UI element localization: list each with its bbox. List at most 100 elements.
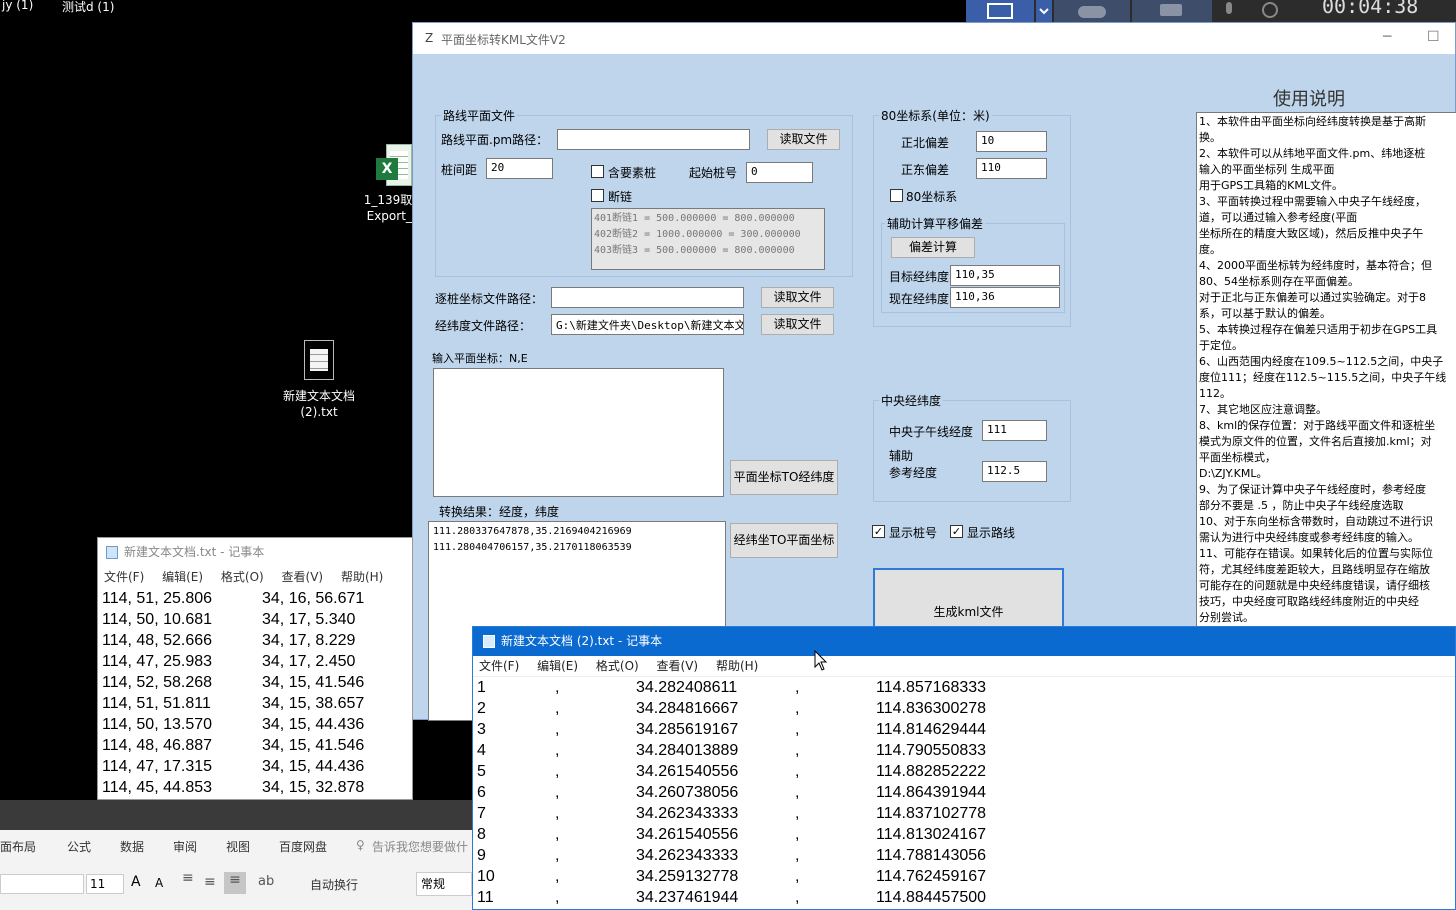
c80-checkbox[interactable] [890,189,903,202]
current-lonlat-input[interactable]: 110,36 [950,287,1060,308]
maximize-icon[interactable]: ☐ [1427,29,1440,45]
input-plane-textarea[interactable] [433,368,724,497]
instruction-line: 1、本软件由平面坐标向经纬度转换是基于高斯 [1199,115,1426,128]
notepad-small-content[interactable]: 114, 51, 25.806 34, 16, 56.671 114, 50, 10… [98,588,412,798]
align-bottom-icon[interactable]: ≡ [224,872,246,894]
tab-baidu[interactable]: 百度网盘 [279,838,327,855]
text-cell: , [555,868,560,885]
text-cell: 6 [477,784,486,801]
tell-me-search[interactable]: 告诉我您想要做什 [372,838,468,855]
text-line: 114, 52, 58.268 34, 15, 41.546 [102,672,412,693]
show-route-checkbox[interactable]: ✓ [950,525,963,538]
menu-help[interactable]: 帮助(H) [716,659,758,673]
tab-review[interactable]: 审阅 [173,838,197,855]
text-cell: 114, 50, 10.681 [102,611,213,628]
font-shrink-icon[interactable]: A [155,876,163,890]
text-cell: 34, 17, 5.340 [262,611,356,628]
menu-view[interactable]: 查看(V) [657,659,699,673]
notepad-large-title-bar: 新建文本文档 (2).txt - 记事本 [473,627,1455,656]
text-cell: 34, 15, 41.546 [262,674,365,691]
minimize-icon[interactable]: ─ [1383,29,1391,45]
break-chain-list[interactable]: 401断链1 = 500.000000 = 800.000000 402断链2 … [591,208,825,270]
text-cell: , [795,721,800,738]
notepad-large-content[interactable]: 1, 34.282408611, 114.857168333 2, 34.2848166… [473,677,1455,908]
tab-page-layout[interactable]: 面布局 [0,838,36,855]
recorder-hdmi-button[interactable] [1132,0,1212,22]
stake-path-input[interactable] [551,287,744,308]
font-size-box[interactable]: 11 [86,874,124,894]
instruction-line: 7、其它地区应注意调整。 [1199,403,1327,416]
menu-format[interactable]: 格式(O) [221,570,264,584]
excel-tabs: 面布局 公式 数据 审阅 视图 百度网盘 ♀ 告诉我您想要做什 [0,830,472,860]
recorder-webcam-button[interactable] [1252,0,1292,22]
target-lonlat-input[interactable]: 110,35 [950,265,1060,286]
notepad-icon [483,635,495,648]
stake-path-label: 逐桩坐标文件路径： [435,292,544,306]
wrap-text-button[interactable]: 自动换行 [310,876,358,893]
menu-format[interactable]: 格式(O) [596,659,639,673]
tab-formulas[interactable]: 公式 [67,838,91,855]
read-pm-file-button[interactable]: 读取文件 [767,129,840,150]
aux-calc-title: 辅助计算平移偏差 [885,215,986,232]
align-middle-icon[interactable]: ≡ [204,874,216,890]
number-format-box[interactable]: 常规 [416,872,472,896]
start-stake-input[interactable]: 0 [746,162,813,183]
recorder-screen-button[interactable] [966,0,1034,22]
orientation-icon[interactable]: ab [258,874,274,889]
read-lonlat-file-button[interactable]: 读取文件 [761,314,834,335]
read-stake-file-button[interactable]: 读取文件 [761,287,834,308]
east-offset-input[interactable]: 110 [976,158,1047,179]
menu-edit[interactable]: 编辑(E) [162,570,203,584]
text-line: 114, 51, 25.806 34, 16, 56.671 [102,588,412,609]
menu-view[interactable]: 查看(V) [282,570,324,584]
text-cell: , [555,784,560,801]
instruction-line: 模式为原文件的位置，文件名后直接加.kml；对 [1199,435,1432,448]
instruction-line: 于定位。 [1199,339,1243,352]
north-offset-input[interactable]: 10 [976,131,1047,152]
menu-file[interactable]: 文件(F) [104,570,144,584]
offset-calc-button[interactable]: 偏差计算 [891,237,975,258]
break-chain-label: 断链 [608,190,633,204]
aux-label: 辅助 [889,449,914,463]
recorder-game-button[interactable] [1054,0,1130,22]
central-meridian-input[interactable]: 111 [982,420,1047,441]
menu-file[interactable]: 文件(F) [479,659,519,673]
plane-to-lonlat-button[interactable]: 平面坐标TO经纬度 [730,460,838,495]
text-line: 5, 34.261540556, 114.882852222 [473,761,1455,782]
menu-help[interactable]: 帮助(H) [341,570,383,584]
instructions-text[interactable]: 1、本软件由平面坐标向经纬度转换是基于高斯 换。 2、本软件可以从纬地平面文件.pm… [1196,112,1456,632]
align-top-icon[interactable]: ≡ [182,870,194,886]
lonlat-path-input[interactable]: G:\新建文件夹\Desktop\新建文本文 [551,314,744,335]
text-cell: 34.261540556 [636,826,739,843]
show-stake-checkbox[interactable]: ✓ [872,525,885,538]
pm-path-input[interactable] [557,129,750,150]
camera-icon [1160,4,1182,16]
current-lonlat-label: 现在经纬度 [889,292,950,306]
tab-data[interactable]: 数据 [120,838,144,855]
desktop-label-jy[interactable]: jy (1) [2,0,33,12]
desktop-icon-txt[interactable]: 新建文本文档 (2).txt [271,340,367,420]
menu-edit[interactable]: 编辑(E) [537,659,578,673]
text-line: 114, 51, 51.811 34, 15, 38.657 [102,693,412,714]
desktop-label-test[interactable]: 测试d (1) [62,0,114,15]
tab-view[interactable]: 视图 [226,838,250,855]
recorder-mic-button[interactable] [1214,0,1244,22]
font-grow-icon[interactable]: A [131,874,141,890]
text-line: 114, 50, 10.681 34, 17, 5.340 [102,609,412,630]
break-chain-checkbox[interactable] [591,189,604,202]
excel-ribbon: 面布局 公式 数据 审阅 视图 百度网盘 ♀ 告诉我您想要做什 11 A A ≡… [0,800,472,910]
font-name-box[interactable] [0,874,84,894]
lonlat-to-plane-button[interactable]: 经纬坐TO平面坐标 [730,523,838,558]
recorder-dropdown-button[interactable] [1036,0,1052,22]
contains-stake-checkbox[interactable] [591,165,604,178]
text-cell: 34.261540556 [636,763,739,780]
text-cell: , [555,847,560,864]
text-line: 7, 34.262343333, 114.837102778 [473,803,1455,824]
ref-longitude-input[interactable]: 112.5 [982,461,1047,482]
text-cell: 34.262343333 [636,847,739,864]
text-line: 10, 34.259132778, 114.762459167 [473,866,1455,887]
interval-input[interactable]: 20 [486,158,553,179]
text-line: 114, 47, 17.315 34, 15, 44.436 [102,756,412,777]
desktop-icon-label-line2: (2).txt [300,405,338,419]
text-cell: 114, 47, 17.315 [102,758,213,775]
